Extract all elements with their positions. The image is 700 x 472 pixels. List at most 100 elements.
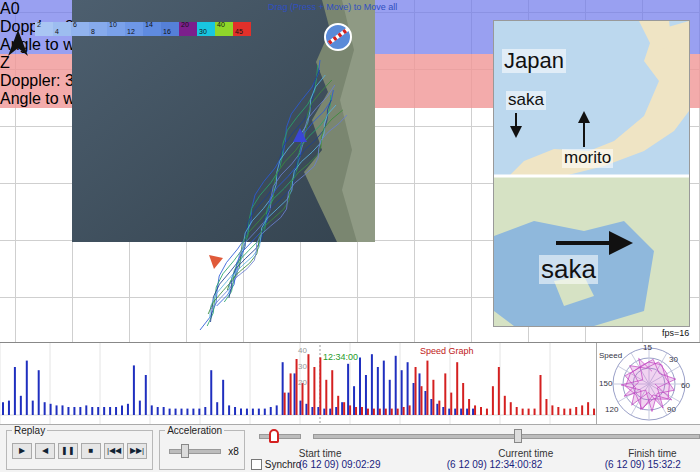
speed-bar xyxy=(432,380,434,415)
speed-bar xyxy=(403,407,405,415)
scale-label: 6 xyxy=(73,21,77,29)
scale-swatch: 20 xyxy=(179,22,197,36)
speed-bar xyxy=(252,409,254,415)
speed-bar xyxy=(73,407,75,415)
scale-swatch: 10 xyxy=(107,22,125,36)
speed-bar xyxy=(67,407,69,415)
speed-bar xyxy=(228,405,230,415)
speed-bar xyxy=(2,402,4,415)
speed-bar xyxy=(331,370,333,415)
speed-bar xyxy=(456,362,458,415)
checkbox[interactable] xyxy=(251,459,262,470)
time-value: (6 12 09) 15:32:2 xyxy=(605,459,681,470)
speed-bar xyxy=(415,367,417,415)
speed-bar xyxy=(528,409,530,415)
speed-bar xyxy=(498,367,500,415)
speed-bar xyxy=(290,373,292,415)
time-display: Start time(6 12 09) 09:02:29 xyxy=(299,448,447,470)
wind-compass: 15306090120150Speed xyxy=(597,343,700,424)
speed-bar xyxy=(186,409,188,415)
speed-bar xyxy=(103,407,105,415)
time-display: Current time(6 12 09) 12:34:00:82 xyxy=(447,448,605,470)
synchro-checkbox[interactable]: Synchro xyxy=(251,459,299,470)
speed-bar xyxy=(504,396,506,415)
speed-bar xyxy=(371,354,373,415)
slider-thumb[interactable] xyxy=(514,429,522,443)
synchro-label: Synchro xyxy=(265,459,302,470)
speed-bar xyxy=(296,359,298,415)
scale-label: 12 xyxy=(127,28,135,36)
speed-bar xyxy=(373,409,375,415)
speed-bar xyxy=(325,380,327,415)
speed-bar xyxy=(349,405,351,415)
speed-bar xyxy=(163,407,165,415)
speed-bar xyxy=(145,375,147,415)
speed-bar xyxy=(14,367,16,415)
time-row: SynchroStart time(6 12 09) 09:02:29Curre… xyxy=(251,448,700,470)
speed-bar xyxy=(175,409,177,415)
scale-label: 40 xyxy=(217,21,225,29)
speed-bar xyxy=(367,409,369,415)
map-label: saka xyxy=(506,91,546,110)
speed-bar xyxy=(62,405,64,415)
speed-bar xyxy=(139,401,141,415)
speed-bar xyxy=(569,409,571,415)
map-canvas[interactable]: Drag (Press + Move) to Move all246810121… xyxy=(0,0,700,342)
speed-bar xyxy=(79,407,81,415)
speed-bar xyxy=(359,357,361,415)
speed-bar xyxy=(305,404,307,415)
speed-bar xyxy=(436,404,438,415)
speed-bar xyxy=(56,405,58,415)
replay-button[interactable]: ▶ xyxy=(12,443,32,459)
wind-direction-icon xyxy=(324,23,352,51)
boat-marker-icon[interactable] xyxy=(209,255,223,269)
speed-bar xyxy=(270,407,272,415)
slider-thumb[interactable] xyxy=(181,444,189,458)
speed-bar xyxy=(426,361,428,415)
speed-bar xyxy=(294,373,296,415)
time-value: (6 12 09) 12:34:00:82 xyxy=(447,459,543,470)
speed-bar xyxy=(383,361,385,415)
acceleration-slider[interactable] xyxy=(169,449,221,454)
fps-counter: fps=16 xyxy=(662,328,689,338)
speed-bar xyxy=(486,409,488,415)
speed-bar xyxy=(181,409,183,415)
replay-button[interactable]: ■ xyxy=(81,443,101,459)
sync-offset-slider[interactable] xyxy=(259,434,301,439)
time-label: Current time xyxy=(498,448,553,459)
speed-bar xyxy=(282,362,284,415)
position-slider[interactable] xyxy=(313,434,700,439)
replay-button[interactable]: ▶▶| xyxy=(127,443,147,459)
speed-bar xyxy=(557,407,559,415)
scale-swatch: 6 xyxy=(71,22,89,36)
speed-bar xyxy=(438,401,440,415)
map-label: Japan xyxy=(502,49,566,73)
speed-bar xyxy=(311,407,313,415)
speed-bar xyxy=(450,393,452,415)
graph-time: 12:34:00 xyxy=(323,352,358,362)
speed-bar xyxy=(288,393,290,415)
speed-bar xyxy=(38,370,40,415)
speed-bar xyxy=(133,365,135,415)
acceleration-value: x8 xyxy=(228,446,239,457)
boat-marker-icon[interactable] xyxy=(293,128,307,142)
speed-bar xyxy=(407,362,409,415)
speed-bar xyxy=(516,407,518,415)
speed-graph[interactable]: 403020Speed Graph12:34:00 xyxy=(0,343,597,424)
scale-swatch: 4 xyxy=(53,22,71,36)
scale-swatch: 2 xyxy=(35,22,53,36)
map-label: saka xyxy=(539,255,598,284)
acceleration-label: Acceleration xyxy=(165,425,224,436)
replay-button[interactable]: ◀ xyxy=(35,443,55,459)
speed-bar xyxy=(313,367,315,415)
slider-knob[interactable] xyxy=(269,429,279,443)
replay-button[interactable]: ❚❚ xyxy=(58,443,78,459)
compass-tick: 90 xyxy=(667,405,676,414)
speed-bar xyxy=(480,407,482,415)
speed-bar xyxy=(347,364,349,415)
speed-bar xyxy=(510,402,512,415)
replay-button[interactable]: |◀◀ xyxy=(104,443,124,459)
map-label: morito xyxy=(562,149,613,168)
speed-bar xyxy=(329,409,331,415)
speed-bar xyxy=(343,402,345,415)
